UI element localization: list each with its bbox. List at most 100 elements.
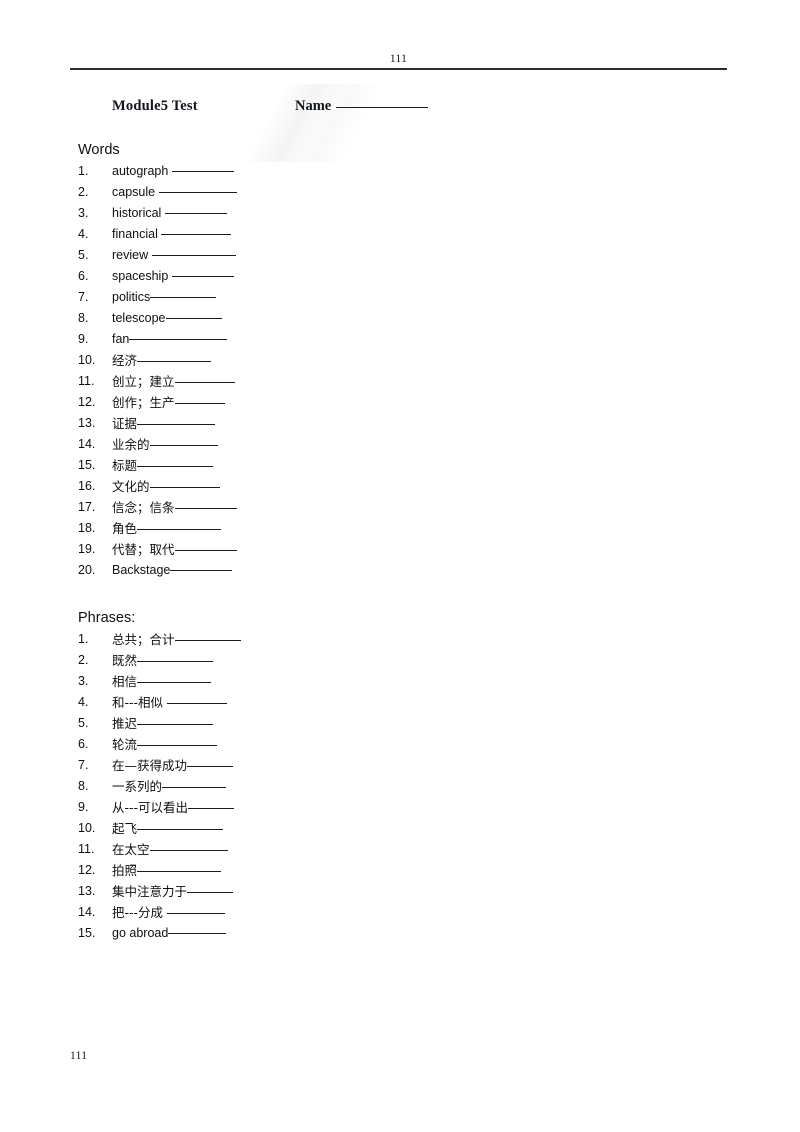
answer-blank[interactable] bbox=[187, 756, 234, 767]
list-item-text: 集中注意力于 bbox=[112, 881, 234, 902]
list-item-label: autograph bbox=[112, 164, 172, 178]
list-item-text: 和---相似 bbox=[112, 692, 228, 713]
list-item-text: politics bbox=[112, 287, 217, 308]
answer-blank[interactable] bbox=[187, 882, 234, 893]
list-item-label: telescope bbox=[112, 311, 166, 325]
list-item-number: 11. bbox=[78, 374, 95, 388]
list-item: 10. 起飞 bbox=[78, 818, 738, 839]
list-item-label: 一系列的 bbox=[112, 779, 163, 794]
list-item-number: 18. bbox=[78, 521, 96, 535]
list-item: 14. 业余的 bbox=[78, 434, 738, 455]
list-item-label: 从---可以看出 bbox=[112, 800, 189, 815]
answer-blank[interactable] bbox=[162, 777, 227, 788]
answer-blank[interactable] bbox=[150, 287, 217, 298]
answer-blank[interactable] bbox=[137, 672, 212, 683]
list-item-label: 起飞 bbox=[112, 821, 138, 836]
list-item-number: 7. bbox=[78, 290, 89, 304]
list-item-number: 1. bbox=[78, 632, 89, 646]
answer-blank[interactable] bbox=[161, 224, 232, 235]
list-item-number: 10. bbox=[78, 353, 96, 367]
answer-blank[interactable] bbox=[151, 245, 236, 256]
list-item: 10. 经济 bbox=[78, 350, 738, 371]
answer-blank[interactable] bbox=[174, 540, 237, 551]
list-item-text: 起飞 bbox=[112, 818, 224, 839]
answer-blank[interactable] bbox=[171, 266, 234, 277]
list-item-number: 5. bbox=[78, 248, 89, 262]
list-item: 6. 轮流 bbox=[78, 734, 738, 755]
list-item-label: spaceship bbox=[112, 269, 172, 283]
list-item: 14. 把---分成 bbox=[78, 902, 738, 923]
answer-blank[interactable] bbox=[174, 393, 225, 404]
answer-blank[interactable] bbox=[165, 308, 222, 319]
list-item-number: 8. bbox=[78, 311, 89, 325]
list-item: 13. 集中注意力于 bbox=[78, 881, 738, 902]
header-divider bbox=[70, 68, 727, 70]
list-item: 19. 代替；取代 bbox=[78, 539, 738, 560]
answer-blank[interactable] bbox=[149, 840, 228, 851]
answer-blank[interactable] bbox=[137, 456, 214, 467]
answer-blank[interactable] bbox=[170, 560, 233, 571]
list-item: 9. 从---可以看出 bbox=[78, 797, 738, 818]
list-item-number: 2. bbox=[78, 185, 89, 199]
answer-blank[interactable] bbox=[149, 477, 220, 488]
answer-blank[interactable] bbox=[158, 182, 237, 193]
answer-blank[interactable] bbox=[171, 161, 234, 172]
list-item: 9. fan bbox=[78, 329, 738, 350]
list-item-number: 19. bbox=[78, 542, 96, 556]
answer-blank[interactable] bbox=[137, 414, 216, 425]
list-item-number: 8. bbox=[78, 779, 89, 793]
answer-blank[interactable] bbox=[164, 203, 227, 214]
list-item-text: 角色 bbox=[112, 518, 222, 539]
list-item-label: 信念；信条 bbox=[112, 500, 175, 515]
answer-blank[interactable] bbox=[137, 861, 222, 872]
answer-blank[interactable] bbox=[188, 798, 235, 809]
list-item: 15. 标题 bbox=[78, 455, 738, 476]
list-item-number: 13. bbox=[78, 884, 96, 898]
list-item-number: 14. bbox=[78, 905, 96, 919]
list-item: 3. historical bbox=[78, 203, 738, 224]
list-item-number: 17. bbox=[78, 500, 96, 514]
list-item-text: 一系列的 bbox=[112, 776, 227, 797]
list-item-text: 代替；取代 bbox=[112, 539, 237, 560]
list-item-label: 角色 bbox=[112, 521, 138, 536]
answer-blank[interactable] bbox=[174, 498, 237, 509]
list-item-text: 在太空 bbox=[112, 839, 228, 860]
answer-blank[interactable] bbox=[137, 735, 218, 746]
list-item-text: spaceship bbox=[112, 266, 234, 287]
answer-blank[interactable] bbox=[137, 651, 214, 662]
answer-blank[interactable] bbox=[167, 903, 226, 914]
list-item: 18. 角色 bbox=[78, 518, 738, 539]
answer-blank[interactable] bbox=[129, 329, 228, 340]
list-item-text: go abroad bbox=[112, 923, 227, 944]
list-item: 5. review bbox=[78, 245, 738, 266]
answer-blank[interactable] bbox=[137, 819, 224, 830]
list-item-number: 15. bbox=[78, 926, 96, 940]
answer-blank[interactable] bbox=[137, 714, 214, 725]
answer-blank[interactable] bbox=[167, 693, 228, 704]
list-item-text: historical bbox=[112, 203, 227, 224]
list-item-text: 在—获得成功 bbox=[112, 755, 234, 776]
answer-blank[interactable] bbox=[137, 351, 212, 362]
answer-blank[interactable] bbox=[137, 519, 222, 530]
list-item-number: 6. bbox=[78, 269, 89, 283]
answer-blank[interactable] bbox=[149, 435, 218, 446]
list-item-text: Backstage bbox=[112, 560, 233, 581]
list-item: 12. 拍照 bbox=[78, 860, 738, 881]
list-item-text: review bbox=[112, 245, 236, 266]
list-item-label: 经济 bbox=[112, 353, 138, 368]
answer-blank[interactable] bbox=[168, 923, 227, 934]
list-item: 11. 在太空 bbox=[78, 839, 738, 860]
name-write-in-blank[interactable] bbox=[336, 107, 429, 108]
list-item-text: 既然 bbox=[112, 650, 214, 671]
answer-blank[interactable] bbox=[174, 372, 235, 383]
footer-page-number: 111 bbox=[70, 1050, 88, 1062]
list-item: 3. 相信 bbox=[78, 671, 738, 692]
name-label-text: Name bbox=[295, 98, 332, 114]
list-item: 12. 创作；生产 bbox=[78, 392, 738, 413]
list-item-text: 创立；建立 bbox=[112, 371, 235, 392]
list-item-number: 3. bbox=[78, 206, 89, 220]
answer-blank[interactable] bbox=[174, 630, 241, 641]
list-item-label: 文化的 bbox=[112, 479, 150, 494]
list-item: 16. 文化的 bbox=[78, 476, 738, 497]
list-item-number: 15. bbox=[78, 458, 96, 472]
